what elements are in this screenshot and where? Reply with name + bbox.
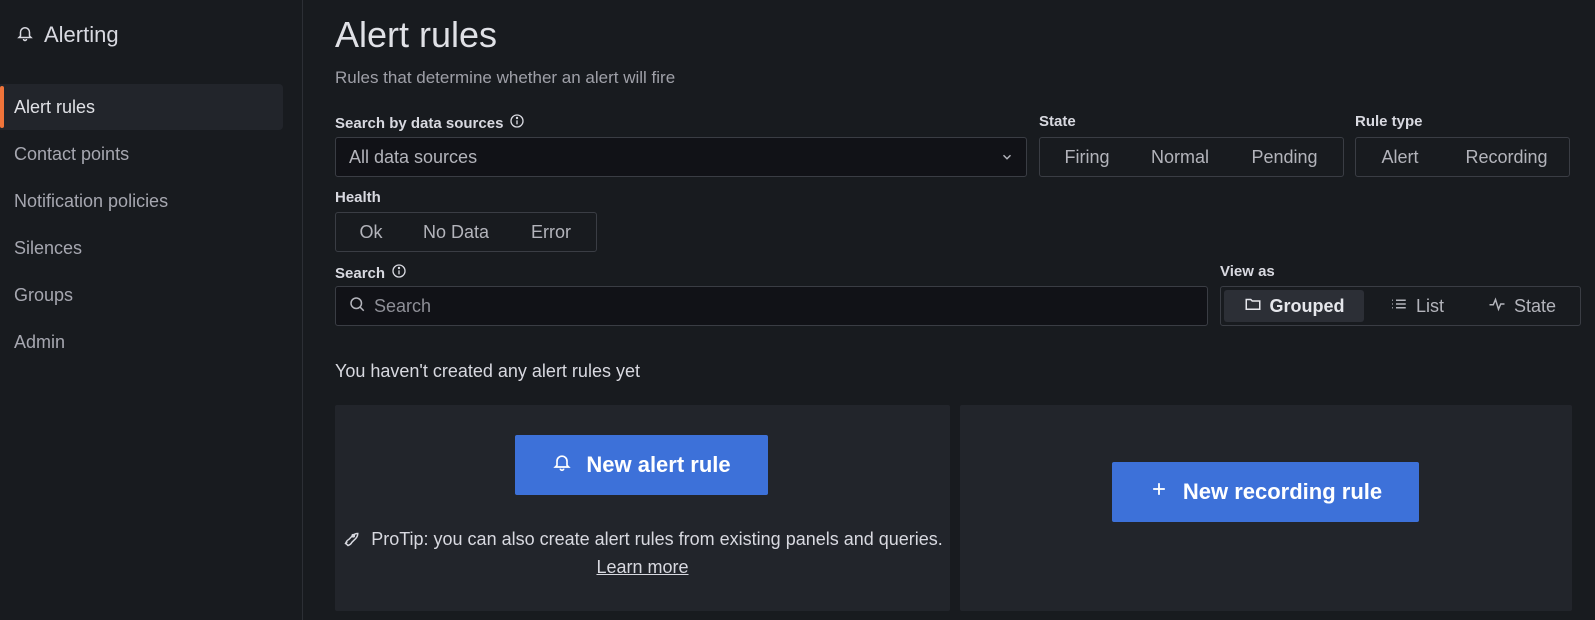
plus-icon [1149, 479, 1169, 505]
learn-more-link[interactable]: Learn more [596, 557, 688, 577]
state-label: State [1039, 113, 1076, 130]
datasource-select[interactable]: All data sources [335, 137, 1027, 177]
rule-type-alert-button[interactable]: Alert [1356, 138, 1444, 176]
info-icon[interactable] [391, 263, 407, 283]
health-label: Health [335, 189, 381, 206]
folder-icon [1244, 295, 1262, 318]
search-label-text: Search [335, 264, 386, 282]
bell-icon [552, 452, 572, 478]
list-icon [1390, 295, 1408, 318]
health-error-button[interactable]: Error [506, 213, 596, 251]
view-state-button[interactable]: State [1467, 287, 1577, 325]
datasource-select-value: All data sources [349, 146, 478, 167]
state-normal-button[interactable]: Normal [1134, 138, 1226, 176]
datasource-label-text: Search by data sources [335, 114, 504, 132]
state-filter-group: Firing Normal Pending [1039, 137, 1344, 177]
health-nodata-button[interactable]: No Data [406, 213, 506, 251]
rocket-icon [342, 529, 371, 549]
info-icon[interactable] [509, 113, 525, 133]
view-list-label: List [1415, 295, 1444, 316]
sidebar-item-silences[interactable]: Silences [0, 225, 283, 271]
sidebar-item-contact-points[interactable]: Contact points [0, 131, 283, 177]
state-firing-button[interactable]: Firing [1040, 138, 1134, 176]
sidebar-header: Alerting [16, 22, 119, 48]
datasource-label: Search by data sources [335, 113, 525, 133]
new-recording-card: New recording rule [960, 405, 1572, 611]
protip-text: ProTip: you can also create alert rules … [371, 529, 943, 549]
view-as-label: View as [1220, 263, 1275, 280]
new-alert-card: New alert rule ProTip: you can also crea… [335, 405, 950, 611]
view-list-button[interactable]: List [1367, 287, 1467, 325]
search-input[interactable] [374, 295, 1174, 317]
search-icon [348, 295, 366, 318]
search-label: Search [335, 263, 407, 283]
rule-type-label: Rule type [1355, 113, 1423, 130]
sidebar-item-groups[interactable]: Groups [0, 272, 283, 318]
heartbeat-icon [1488, 295, 1506, 318]
bell-icon [16, 24, 34, 47]
page-title: Alert rules [335, 14, 498, 55]
view-as-group: Grouped List State [1220, 286, 1581, 326]
search-box[interactable] [335, 286, 1208, 326]
view-grouped-label: Grouped [1269, 295, 1345, 316]
health-ok-button[interactable]: Ok [336, 213, 406, 251]
view-state-label: State [1513, 295, 1557, 316]
rule-type-filter-group: Alert Recording [1355, 137, 1570, 177]
protip: ProTip: you can also create alert rules … [335, 525, 950, 581]
new-alert-rule-button[interactable]: New alert rule [515, 435, 768, 495]
new-recording-rule-button[interactable]: New recording rule [1112, 462, 1419, 522]
state-pending-button[interactable]: Pending [1226, 138, 1343, 176]
sidebar: Alerting Alert rules Contact points Noti… [0, 0, 303, 620]
rule-type-recording-button[interactable]: Recording [1444, 138, 1569, 176]
new-alert-rule-label: New alert rule [586, 452, 731, 477]
new-recording-rule-label: New recording rule [1182, 479, 1383, 504]
empty-state-message: You haven't created any alert rules yet [335, 361, 640, 381]
page-subtitle: Rules that determine whether an alert wi… [335, 68, 676, 87]
sidebar-item-notification-policies[interactable]: Notification policies [0, 178, 283, 224]
main-content: Alert rules Rules that determine whether… [335, 0, 1595, 620]
health-filter-group: Ok No Data Error [335, 212, 597, 252]
sidebar-title: Alerting [44, 22, 119, 47]
view-grouped-button[interactable]: Grouped [1224, 290, 1364, 322]
sidebar-item-alert-rules[interactable]: Alert rules [0, 84, 283, 130]
sidebar-item-admin[interactable]: Admin [0, 319, 283, 365]
